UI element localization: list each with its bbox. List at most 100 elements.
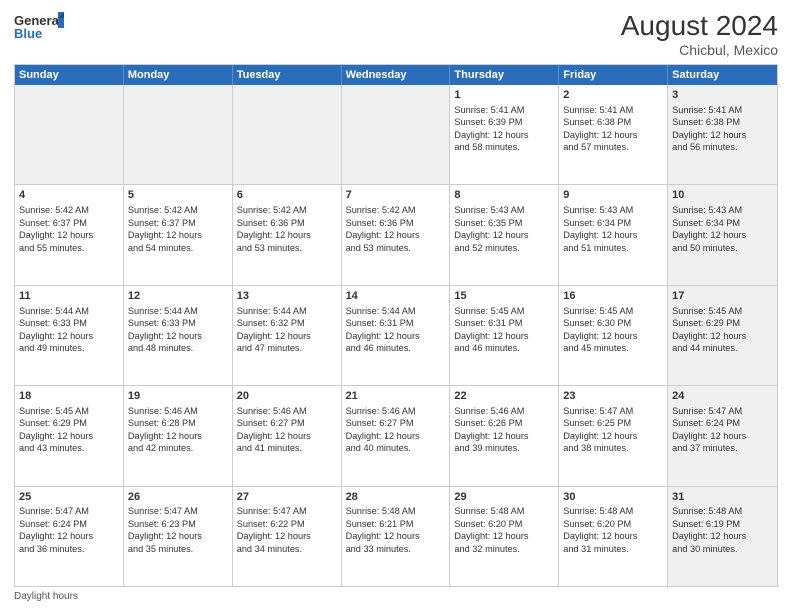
day-info-line: Sunset: 6:37 PM [128,217,228,229]
day-info-line: Daylight: 12 hours [454,330,554,342]
day-info-line: Daylight: 12 hours [454,229,554,241]
day-number: 20 [237,389,337,404]
day-info-line: Daylight: 12 hours [563,330,663,342]
day-info-line: Sunrise: 5:46 AM [346,405,446,417]
svg-text:Blue: Blue [14,26,42,41]
calendar-cell [124,85,233,184]
day-info-line: Daylight: 12 hours [346,330,446,342]
day-info-line: and 39 minutes. [454,442,554,454]
day-info-line: Sunrise: 5:47 AM [563,405,663,417]
day-info-line: Sunset: 6:27 PM [237,417,337,429]
day-info-line: and 53 minutes. [346,242,446,254]
day-info-line: Daylight: 12 hours [672,229,773,241]
day-info-line: Daylight: 12 hours [19,229,119,241]
day-number: 21 [346,389,446,404]
day-info-line: Daylight: 12 hours [237,530,337,542]
day-info-line: Daylight: 12 hours [672,330,773,342]
calendar-cell: 18Sunrise: 5:45 AMSunset: 6:29 PMDayligh… [15,386,124,485]
day-info-line: and 52 minutes. [454,242,554,254]
day-number: 25 [19,490,119,505]
day-info-line: Sunset: 6:30 PM [563,317,663,329]
subtitle: Chicbul, Mexico [621,42,778,58]
day-number: 5 [128,188,228,203]
day-number: 24 [672,389,773,404]
day-info-line: Daylight: 12 hours [19,430,119,442]
day-info-line: Daylight: 12 hours [563,530,663,542]
calendar-cell: 24Sunrise: 5:47 AMSunset: 6:24 PMDayligh… [668,386,777,485]
day-info-line: Sunset: 6:37 PM [19,217,119,229]
day-info-line: Daylight: 12 hours [346,430,446,442]
day-info-line: Sunset: 6:29 PM [19,417,119,429]
calendar-cell: 28Sunrise: 5:48 AMSunset: 6:21 PMDayligh… [342,487,451,586]
day-info-line: Sunrise: 5:43 AM [454,204,554,216]
calendar-cell: 21Sunrise: 5:46 AMSunset: 6:27 PMDayligh… [342,386,451,485]
day-number: 16 [563,289,663,304]
day-info-line: and 30 minutes. [672,543,773,555]
day-info-line: Sunrise: 5:44 AM [19,305,119,317]
day-info-line: and 34 minutes. [237,543,337,555]
day-info-line: Daylight: 12 hours [454,530,554,542]
day-info-line: and 47 minutes. [237,342,337,354]
calendar-cell: 11Sunrise: 5:44 AMSunset: 6:33 PMDayligh… [15,286,124,385]
logo-svg: General Blue [14,10,64,46]
day-info-line: and 33 minutes. [346,543,446,555]
day-info-line: Sunset: 6:23 PM [128,518,228,530]
calendar-cell: 31Sunrise: 5:48 AMSunset: 6:19 PMDayligh… [668,487,777,586]
day-info-line: Daylight: 12 hours [672,530,773,542]
day-info-line: Sunrise: 5:43 AM [563,204,663,216]
calendar-cell: 30Sunrise: 5:48 AMSunset: 6:20 PMDayligh… [559,487,668,586]
day-info-line: Sunrise: 5:45 AM [454,305,554,317]
day-info-line: Sunrise: 5:44 AM [237,305,337,317]
day-info-line: Daylight: 12 hours [454,129,554,141]
day-info-line: Sunset: 6:38 PM [563,116,663,128]
day-header-friday: Friday [559,65,668,85]
calendar-cell: 23Sunrise: 5:47 AMSunset: 6:25 PMDayligh… [559,386,668,485]
day-info-line: Sunrise: 5:42 AM [346,204,446,216]
day-info-line: Sunset: 6:20 PM [454,518,554,530]
calendar-cell: 5Sunrise: 5:42 AMSunset: 6:37 PMDaylight… [124,185,233,284]
day-number: 4 [19,188,119,203]
day-number: 1 [454,88,554,103]
day-info-line: Sunrise: 5:47 AM [672,405,773,417]
day-number: 17 [672,289,773,304]
calendar-body: 1Sunrise: 5:41 AMSunset: 6:39 PMDaylight… [15,85,777,586]
day-info-line: Sunrise: 5:48 AM [454,505,554,517]
day-info-line: and 42 minutes. [128,442,228,454]
day-info-line: Sunrise: 5:41 AM [454,104,554,116]
calendar-cell: 20Sunrise: 5:46 AMSunset: 6:27 PMDayligh… [233,386,342,485]
day-info-line: Sunrise: 5:47 AM [19,505,119,517]
day-info-line: and 55 minutes. [19,242,119,254]
day-info-line: Sunset: 6:28 PM [128,417,228,429]
calendar-cell: 9Sunrise: 5:43 AMSunset: 6:34 PMDaylight… [559,185,668,284]
calendar-cell: 19Sunrise: 5:46 AMSunset: 6:28 PMDayligh… [124,386,233,485]
day-number: 31 [672,490,773,505]
day-info-line: Sunrise: 5:46 AM [128,405,228,417]
day-info-line: Sunset: 6:34 PM [563,217,663,229]
calendar-cell: 3Sunrise: 5:41 AMSunset: 6:38 PMDaylight… [668,85,777,184]
day-info-line: and 41 minutes. [237,442,337,454]
calendar: SundayMondayTuesdayWednesdayThursdayFrid… [14,64,778,587]
day-header-wednesday: Wednesday [342,65,451,85]
day-number: 29 [454,490,554,505]
day-number: 22 [454,389,554,404]
day-info-line: Sunset: 6:38 PM [672,116,773,128]
day-number: 15 [454,289,554,304]
day-info-line: and 53 minutes. [237,242,337,254]
day-info-line: and 35 minutes. [128,543,228,555]
day-info-line: Sunrise: 5:45 AM [672,305,773,317]
day-info-line: Sunrise: 5:47 AM [128,505,228,517]
day-info-line: and 40 minutes. [346,442,446,454]
day-info-line: Daylight: 12 hours [128,530,228,542]
day-number: 10 [672,188,773,203]
day-info-line: Sunset: 6:31 PM [454,317,554,329]
day-info-line: Daylight: 12 hours [237,229,337,241]
day-info-line: Sunrise: 5:46 AM [454,405,554,417]
day-info-line: Sunset: 6:21 PM [346,518,446,530]
calendar-cell: 6Sunrise: 5:42 AMSunset: 6:36 PMDaylight… [233,185,342,284]
calendar-cell: 26Sunrise: 5:47 AMSunset: 6:23 PMDayligh… [124,487,233,586]
day-info-line: Sunset: 6:19 PM [672,518,773,530]
calendar-cell: 1Sunrise: 5:41 AMSunset: 6:39 PMDaylight… [450,85,559,184]
calendar-cell: 15Sunrise: 5:45 AMSunset: 6:31 PMDayligh… [450,286,559,385]
calendar-cell: 14Sunrise: 5:44 AMSunset: 6:31 PMDayligh… [342,286,451,385]
calendar-cell [233,85,342,184]
